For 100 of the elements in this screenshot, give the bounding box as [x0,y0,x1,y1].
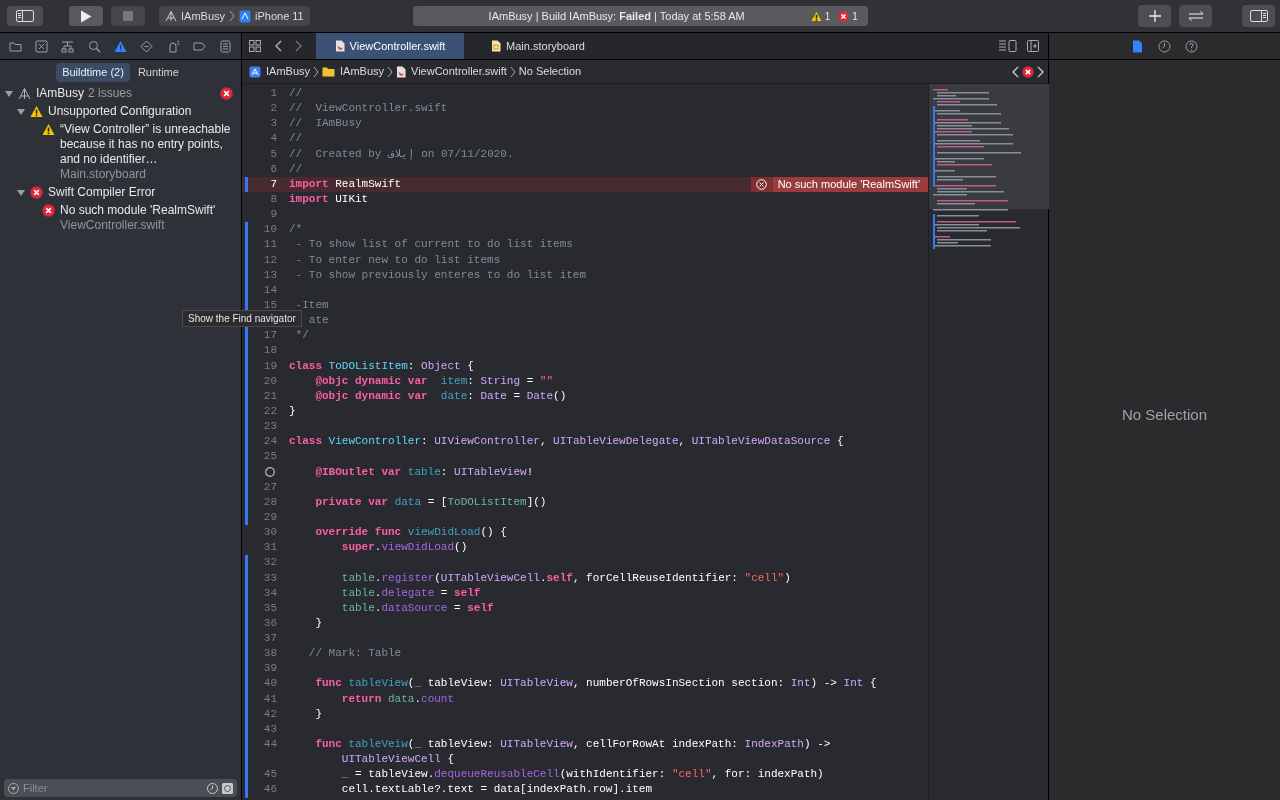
line-number: 6 [270,161,277,177]
editor-options-icon[interactable] [999,40,1017,52]
outlet-circle-icon[interactable] [265,467,275,478]
hierarchy-icon[interactable] [61,39,75,53]
help-icon[interactable] [1185,39,1198,53]
issue-title[interactable]: Swift Compiler Error [48,185,156,200]
line-number: 36 [263,615,277,631]
line-number: 17 [263,328,277,344]
clock-icon[interactable] [207,782,218,794]
line-number: 38 [263,646,277,662]
code-line: table.register(UITableViewCell.self, forCellReuseIdentifier: "cell") [340,570,791,586]
line-number: 27 [263,479,277,495]
line-number: 2 [270,101,277,117]
empty-state-text: No Selection [1121,404,1208,425]
filter-field[interactable]: Filter [4,779,237,797]
phone-icon [239,9,251,23]
code-line: - To enter new to do list items [294,252,501,268]
issue-title[interactable]: No such module 'RealmSwift' [60,203,216,218]
inspector-toggle-button[interactable] [1242,5,1275,27]
path-item[interactable]: IAmBusy [249,63,310,80]
code-line: -Item [294,297,329,313]
disclosure-triangle-expanded-icon[interactable] [17,189,25,197]
editor-tab[interactable]: ViewController.swift [316,33,464,59]
scheme-selector[interactable]: IAmBusy [165,7,225,25]
forward-icon[interactable] [295,40,302,52]
line-number: 21 [263,388,277,404]
diamond-icon[interactable] [140,39,154,53]
swift-file-icon [396,65,407,78]
project-icon [249,65,261,78]
app-target-icon [165,10,177,22]
path-item[interactable]: IAmBusy [322,63,385,80]
error-annotation[interactable]: No such module 'RealmSwift' [750,176,928,192]
tooltip: Show the Find navigator [182,310,302,327]
add-button[interactable] [1138,5,1171,27]
file-name[interactable]: Main.storyboard [60,167,233,182]
run-button[interactable] [69,6,103,26]
error-count: 1 [852,9,858,24]
list-icon[interactable] [219,39,233,53]
code-line: super.viewDidLoad() [340,540,468,556]
disclosure-triangle-expanded-icon[interactable] [17,108,25,116]
search-icon[interactable] [87,39,101,53]
error-icon [220,87,233,100]
sidebar-toggle-button[interactable] [7,6,43,26]
path-item[interactable]: No Selection [518,63,582,80]
code-review-button[interactable] [1179,5,1212,27]
line-number: 22 [263,403,277,419]
code-line: // [289,131,303,147]
folder-icon[interactable] [8,39,22,53]
line-number: 19 [263,358,277,374]
issue-title[interactable]: IAmBusy [36,86,84,101]
warning-icon[interactable] [113,39,127,53]
code-line: @objc dynamic var item: String = "" [314,373,554,389]
disclosure-triangle-expanded-icon[interactable] [5,90,13,98]
file-icon[interactable] [1131,39,1144,53]
file-name[interactable]: ViewController.swift [60,218,233,233]
grid-icon[interactable] [249,40,261,52]
line-number: 45 [263,767,277,783]
issue-title[interactable]: Unsupported Configuration [48,104,192,119]
build-status-text: IAmBusy | Build IAmBusy: Failed | Today at 5:58 AM [487,8,746,24]
error-icon[interactable] [1022,65,1034,78]
code-line: import RealmSwift [289,176,402,192]
scope-filter-icon[interactable] [222,782,233,794]
line-number: 14 [263,282,277,298]
code-line: // [289,86,303,101]
line-number: 3 [270,116,277,132]
scope-tab[interactable]: Buildtime (2) [56,62,130,82]
code-line: class ToDOListItem: Object { [289,358,474,374]
error-circle-icon [756,178,768,190]
tag-icon[interactable] [192,39,206,53]
chevron-icon [313,65,319,78]
previous-issue-icon[interactable] [1012,65,1019,78]
editor-tab[interactable]: Main.storyboard [464,33,612,59]
line-number: 20 [263,373,277,389]
warning-count: 1 [824,9,831,24]
next-issue-icon[interactable] [1037,65,1044,78]
spray-can-icon[interactable] [166,39,180,53]
line-number: 44 [263,737,277,753]
code-line: cell.textLable?.text = data[indexPath.row].item [340,782,653,798]
code-line: override func viewDidLoad() { [314,525,507,541]
device-selector[interactable]: iPhone 11 [239,7,304,25]
code-line: } [314,615,322,631]
chevron-icon [509,65,516,78]
plus-icon [1148,10,1161,22]
sidebar-right-icon [1249,10,1268,22]
line-number: 7 [270,176,277,192]
issue-title[interactable]: “View Controller” is unreachable because it has no entry points, and no identifier… [60,122,233,167]
clock-icon[interactable] [1158,39,1171,53]
line-number: 43 [263,721,277,737]
line-number: 29 [263,509,277,525]
line-number: 23 [263,419,277,435]
line-number: 28 [263,494,277,510]
add-editor-icon[interactable] [1027,40,1039,52]
square-x-icon[interactable] [35,39,48,53]
error-icon [838,10,850,22]
back-icon[interactable] [275,40,282,52]
code-line: _ = tableView.dequeueReusableCell(withIdentifier: "cell", for: indexPath) [340,767,824,783]
path-item[interactable]: ViewController.swift [396,63,507,80]
scope-tab[interactable]: Runtime [131,62,185,82]
filter-input[interactable]: Filter [23,779,203,797]
stop-icon [123,11,133,21]
